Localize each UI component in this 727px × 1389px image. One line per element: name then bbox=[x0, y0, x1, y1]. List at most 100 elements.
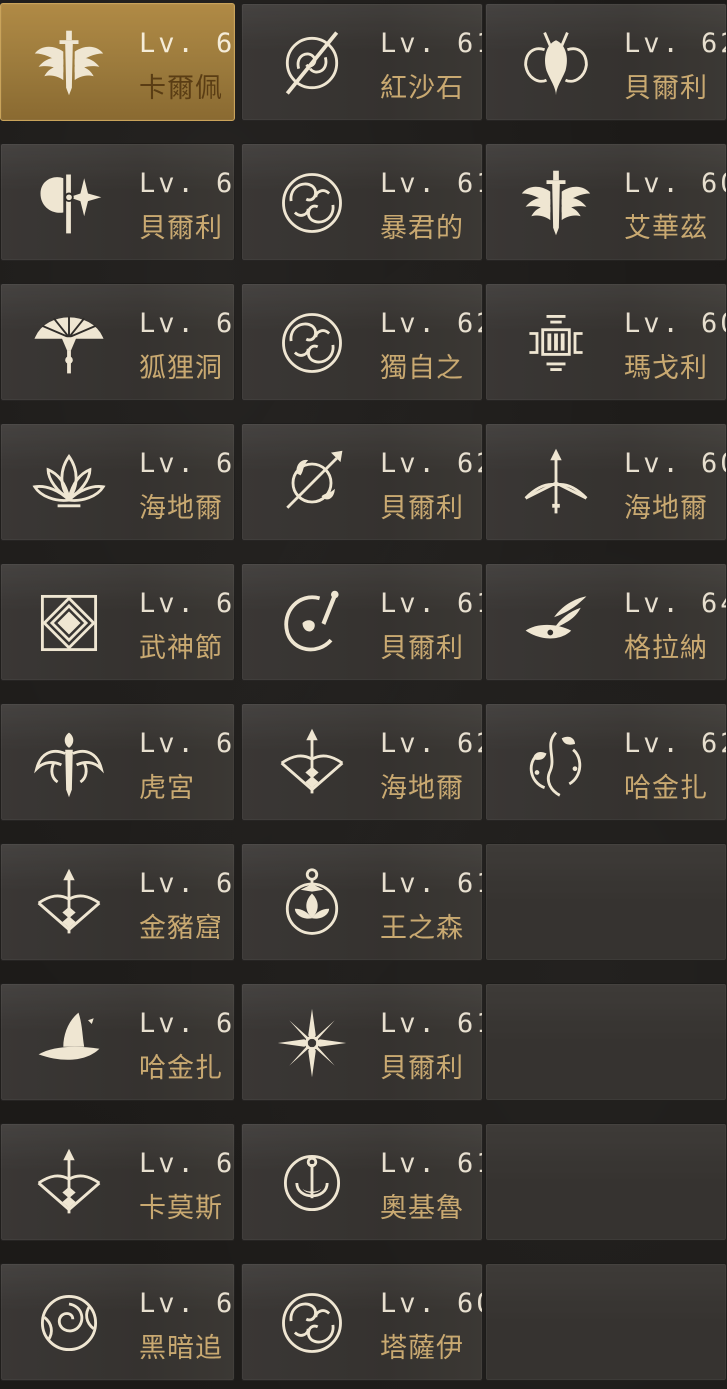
dungeon-level: Lv. 62 bbox=[380, 308, 482, 339]
dungeon-name: 哈金扎 bbox=[139, 1053, 223, 1084]
dungeon-name: 黑暗追 bbox=[139, 1333, 223, 1364]
dungeon-level: Lv. 60 bbox=[624, 448, 726, 479]
dungeon-card[interactable]: Lv. 63 貝爾利 bbox=[0, 143, 235, 261]
dungeon-card[interactable]: Lv. 63 狐狸洞 bbox=[0, 283, 235, 401]
dungeon-level: Lv. 64 bbox=[624, 588, 726, 619]
ornate-sword-icon bbox=[31, 725, 107, 801]
dungeon-name: 艾華茲 bbox=[624, 213, 708, 244]
dungeon-card[interactable]: Lv. 62 武神節 bbox=[0, 563, 235, 681]
dungeon-level: Lv. 62 bbox=[380, 448, 482, 479]
empty-dungeon-slot bbox=[485, 983, 727, 1101]
dungeon-card[interactable]: Lv. 61 紅沙石 bbox=[241, 3, 483, 121]
bow-arrow-icon bbox=[31, 865, 107, 941]
dungeon-card[interactable]: Lv. 61 貝爾利 bbox=[241, 983, 483, 1101]
compass-star-icon bbox=[274, 1005, 350, 1081]
dungeon-card[interactable]: Lv. 60 海地爾 bbox=[485, 423, 727, 541]
dungeon-card[interactable]: Lv. 61 卡莫斯 bbox=[0, 1123, 235, 1241]
dungeon-name: 貝爾利 bbox=[139, 213, 223, 244]
dungeon-name: 暴君的 bbox=[380, 213, 464, 244]
dungeon-level: Lv. 60 bbox=[139, 728, 235, 759]
bow-arrow-icon bbox=[274, 725, 350, 801]
dungeon-name: 奧基魯 bbox=[380, 1193, 464, 1224]
dungeon-level: Lv. 63 bbox=[139, 168, 235, 199]
dungeon-card[interactable]: Lv. 62 貝爾利 bbox=[241, 423, 483, 541]
dungeon-card[interactable]: Lv. 61 金豬窟 bbox=[0, 843, 235, 961]
dungeon-card[interactable]: Lv. 62 獨自之 bbox=[241, 283, 483, 401]
dungeon-name: 海地爾 bbox=[624, 493, 708, 524]
dungeon-name: 貝爾利 bbox=[380, 493, 464, 524]
empty-dungeon-slot bbox=[485, 1123, 727, 1241]
dungeon-level: Lv. 61 bbox=[380, 1008, 482, 1039]
dungeon-level: Lv. 61 bbox=[380, 868, 482, 899]
rose-icon bbox=[31, 1285, 107, 1361]
dungeon-level: Lv. 61 bbox=[380, 588, 482, 619]
dungeon-name: 格拉納 bbox=[624, 633, 708, 664]
dungeon-level: Lv. 61 bbox=[380, 28, 482, 59]
dungeon-name: 武神節 bbox=[139, 633, 223, 664]
dungeon-level: Lv. 63 bbox=[139, 1288, 235, 1319]
fan-icon bbox=[31, 305, 107, 381]
dungeon-name: 海地爾 bbox=[139, 493, 223, 524]
dungeon-name: 紅沙石 bbox=[380, 73, 464, 104]
dungeon-card[interactable]: Lv. 60 瑪戈利 bbox=[485, 283, 727, 401]
crossbow-icon bbox=[518, 445, 594, 521]
dungeon-card[interactable]: Lv. 60 艾華茲 bbox=[485, 143, 727, 261]
dungeon-level: Lv. 61 bbox=[139, 868, 235, 899]
dungeon-card[interactable]: Lv. 63 黑暗追 bbox=[0, 1263, 235, 1381]
dungeon-level: Lv. 60 bbox=[380, 1288, 482, 1319]
anchor-orb-icon bbox=[274, 1145, 350, 1221]
dungeon-card[interactable]: Lv. 62 貝爾利 bbox=[485, 3, 727, 121]
dungeon-card[interactable]: Lv. 61 奧基魯 bbox=[241, 1123, 483, 1241]
dungeon-name: 卡爾佩 bbox=[139, 73, 223, 104]
dungeon-card[interactable]: Lv. 61 王之森 bbox=[241, 843, 483, 961]
wing-wave-icon bbox=[518, 585, 594, 661]
dungeon-card[interactable]: Lv. 64 格拉納 bbox=[485, 563, 727, 681]
dungeon-card[interactable]: Lv. 61 貝爾利 bbox=[241, 563, 483, 681]
slashed-swirl-icon bbox=[274, 25, 350, 101]
dungeon-name: 塔薩伊 bbox=[380, 1333, 464, 1364]
diamond-pattern-icon bbox=[31, 585, 107, 661]
swirl-orb-icon bbox=[274, 305, 350, 381]
dungeon-name: 狐狸洞 bbox=[139, 353, 223, 384]
dungeon-name: 貝爾利 bbox=[624, 73, 708, 104]
dungeon-level: Lv. 62 bbox=[624, 28, 726, 59]
empty-dungeon-slot bbox=[485, 1263, 727, 1381]
empty-dungeon-slot bbox=[485, 843, 727, 961]
dungeon-card[interactable]: Lv. 60 塔薩伊 bbox=[241, 1263, 483, 1381]
dungeon-name: 貝爾利 bbox=[380, 633, 464, 664]
dungeon-name: 海地爾 bbox=[380, 773, 464, 804]
dungeon-level: Lv. 61 bbox=[380, 1148, 482, 1179]
leaf-orb-icon bbox=[274, 865, 350, 941]
vine-chain-icon bbox=[518, 725, 594, 801]
dungeon-level: Lv. 63 bbox=[139, 308, 235, 339]
bow-arrow-icon bbox=[31, 1145, 107, 1221]
dungeon-level: Lv. 62 bbox=[139, 588, 235, 619]
dungeon-name: 哈金扎 bbox=[624, 773, 708, 804]
dungeon-card[interactable]: Lv. 62 哈金扎 bbox=[0, 983, 235, 1101]
dungeon-card[interactable]: Lv. 62 哈金扎 bbox=[485, 703, 727, 821]
dungeon-card[interactable]: Lv. 62 海地爾 bbox=[241, 703, 483, 821]
dungeon-level: Lv. 60 bbox=[624, 308, 726, 339]
dungeon-level: Lv. 61 bbox=[380, 168, 482, 199]
horned-mask-icon bbox=[518, 25, 594, 101]
flaming-staff-icon bbox=[274, 445, 350, 521]
crescent-dagger-icon bbox=[274, 585, 350, 661]
swirl-orb-icon bbox=[274, 165, 350, 241]
dungeon-name: 金豬窟 bbox=[139, 913, 223, 944]
dungeon-card[interactable]: Lv. 66 卡爾佩 bbox=[0, 3, 235, 121]
winged-sword-icon bbox=[518, 165, 594, 241]
dungeon-card[interactable]: Lv. 62 海地爾 bbox=[0, 423, 235, 541]
lotus-icon bbox=[31, 445, 107, 521]
axe-star-icon bbox=[31, 165, 107, 241]
glyph-totem-icon bbox=[518, 305, 594, 381]
dungeon-name: 虎宮 bbox=[139, 773, 195, 804]
dungeon-grid: Lv. 66卡爾佩Lv. 63貝爾利Lv. 63狐狸洞Lv. 62海地爾Lv. … bbox=[0, 0, 727, 1389]
dungeon-level: Lv. 66 bbox=[139, 28, 235, 59]
dungeon-level: Lv. 62 bbox=[139, 1008, 235, 1039]
dungeon-name: 王之森 bbox=[380, 913, 464, 944]
dungeon-level: Lv. 62 bbox=[139, 448, 235, 479]
dungeon-card[interactable]: Lv. 61 暴君的 bbox=[241, 143, 483, 261]
dungeon-level: Lv. 62 bbox=[624, 728, 726, 759]
swirl-orb-icon bbox=[274, 1285, 350, 1361]
dungeon-card[interactable]: Lv. 60 虎宮 bbox=[0, 703, 235, 821]
